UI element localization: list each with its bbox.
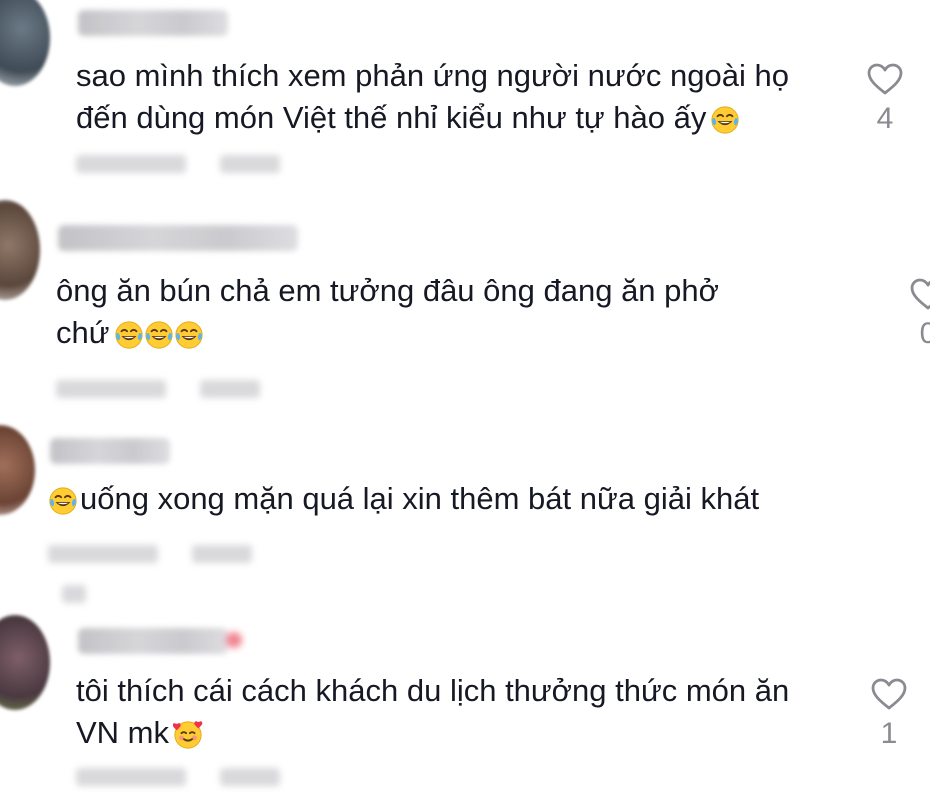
like-count: 4 <box>876 102 894 135</box>
face-with-tears-of-joy-icon <box>174 320 204 350</box>
comment-line: tôi thích cái cách khách du lịch thưởng … <box>76 673 790 708</box>
smiling-face-with-hearts-icon <box>173 720 203 750</box>
face-with-tears-of-joy-icon <box>144 320 174 350</box>
comment-meta <box>76 768 314 790</box>
comment-text: tôi thích cái cách khách du lịch thưởng … <box>76 670 789 757</box>
comment-line: uống xong mặn quá lại xin thêm bát nữa g… <box>48 478 759 523</box>
comment-line: sao mình thích xem phản ứng người nước n… <box>76 58 789 93</box>
comment-item: tôi thích cái cách khách du lịch thưởng … <box>0 610 930 800</box>
username[interactable] <box>78 628 228 654</box>
like-button[interactable]: 1 <box>866 677 912 751</box>
like-count: 0 <box>919 317 930 350</box>
comment-line: VN mk <box>76 712 789 757</box>
like-button[interactable]: 0 <box>905 277 930 351</box>
face-with-tears-of-joy-icon <box>48 486 78 516</box>
avatar[interactable] <box>0 425 35 515</box>
reply-toggle[interactable] <box>62 585 120 607</box>
comment-item: sao mình thích xem phản ứng người nước n… <box>0 0 930 200</box>
like-button[interactable]: 4 <box>862 62 908 136</box>
comment-line: chứ <box>56 312 719 357</box>
username[interactable] <box>50 438 170 464</box>
face-with-tears-of-joy-icon <box>114 320 144 350</box>
heart-outline-icon <box>867 63 903 95</box>
comment-text: uống xong mặn quá lại xin thêm bát nữa g… <box>48 478 759 523</box>
face-with-tears-of-joy-icon <box>710 105 740 135</box>
heart-outline-icon <box>910 278 930 310</box>
comment-item: ông ăn bún chả em tưởng đâu ông đang ăn … <box>0 200 930 420</box>
comment-text: ông ăn bún chả em tưởng đâu ông đang ăn … <box>56 270 719 357</box>
comment-line: đến dùng món Việt thế nhỉ kiểu như tự hà… <box>76 97 789 142</box>
avatar[interactable] <box>0 0 50 86</box>
username[interactable] <box>58 225 298 251</box>
avatar[interactable] <box>0 615 50 710</box>
like-count: 1 <box>880 717 898 750</box>
comment-item: uống xong mặn quá lại xin thêm bát nữa g… <box>0 420 930 610</box>
avatar[interactable] <box>0 200 40 300</box>
comment-meta <box>48 545 286 567</box>
heart-outline-icon <box>871 678 907 710</box>
comment-meta <box>76 155 314 177</box>
username[interactable] <box>78 10 228 36</box>
comment-meta <box>56 380 294 402</box>
comment-text: sao mình thích xem phản ứng người nước n… <box>76 55 789 142</box>
comment-line: ông ăn bún chả em tưởng đâu ông đang ăn … <box>56 273 719 308</box>
